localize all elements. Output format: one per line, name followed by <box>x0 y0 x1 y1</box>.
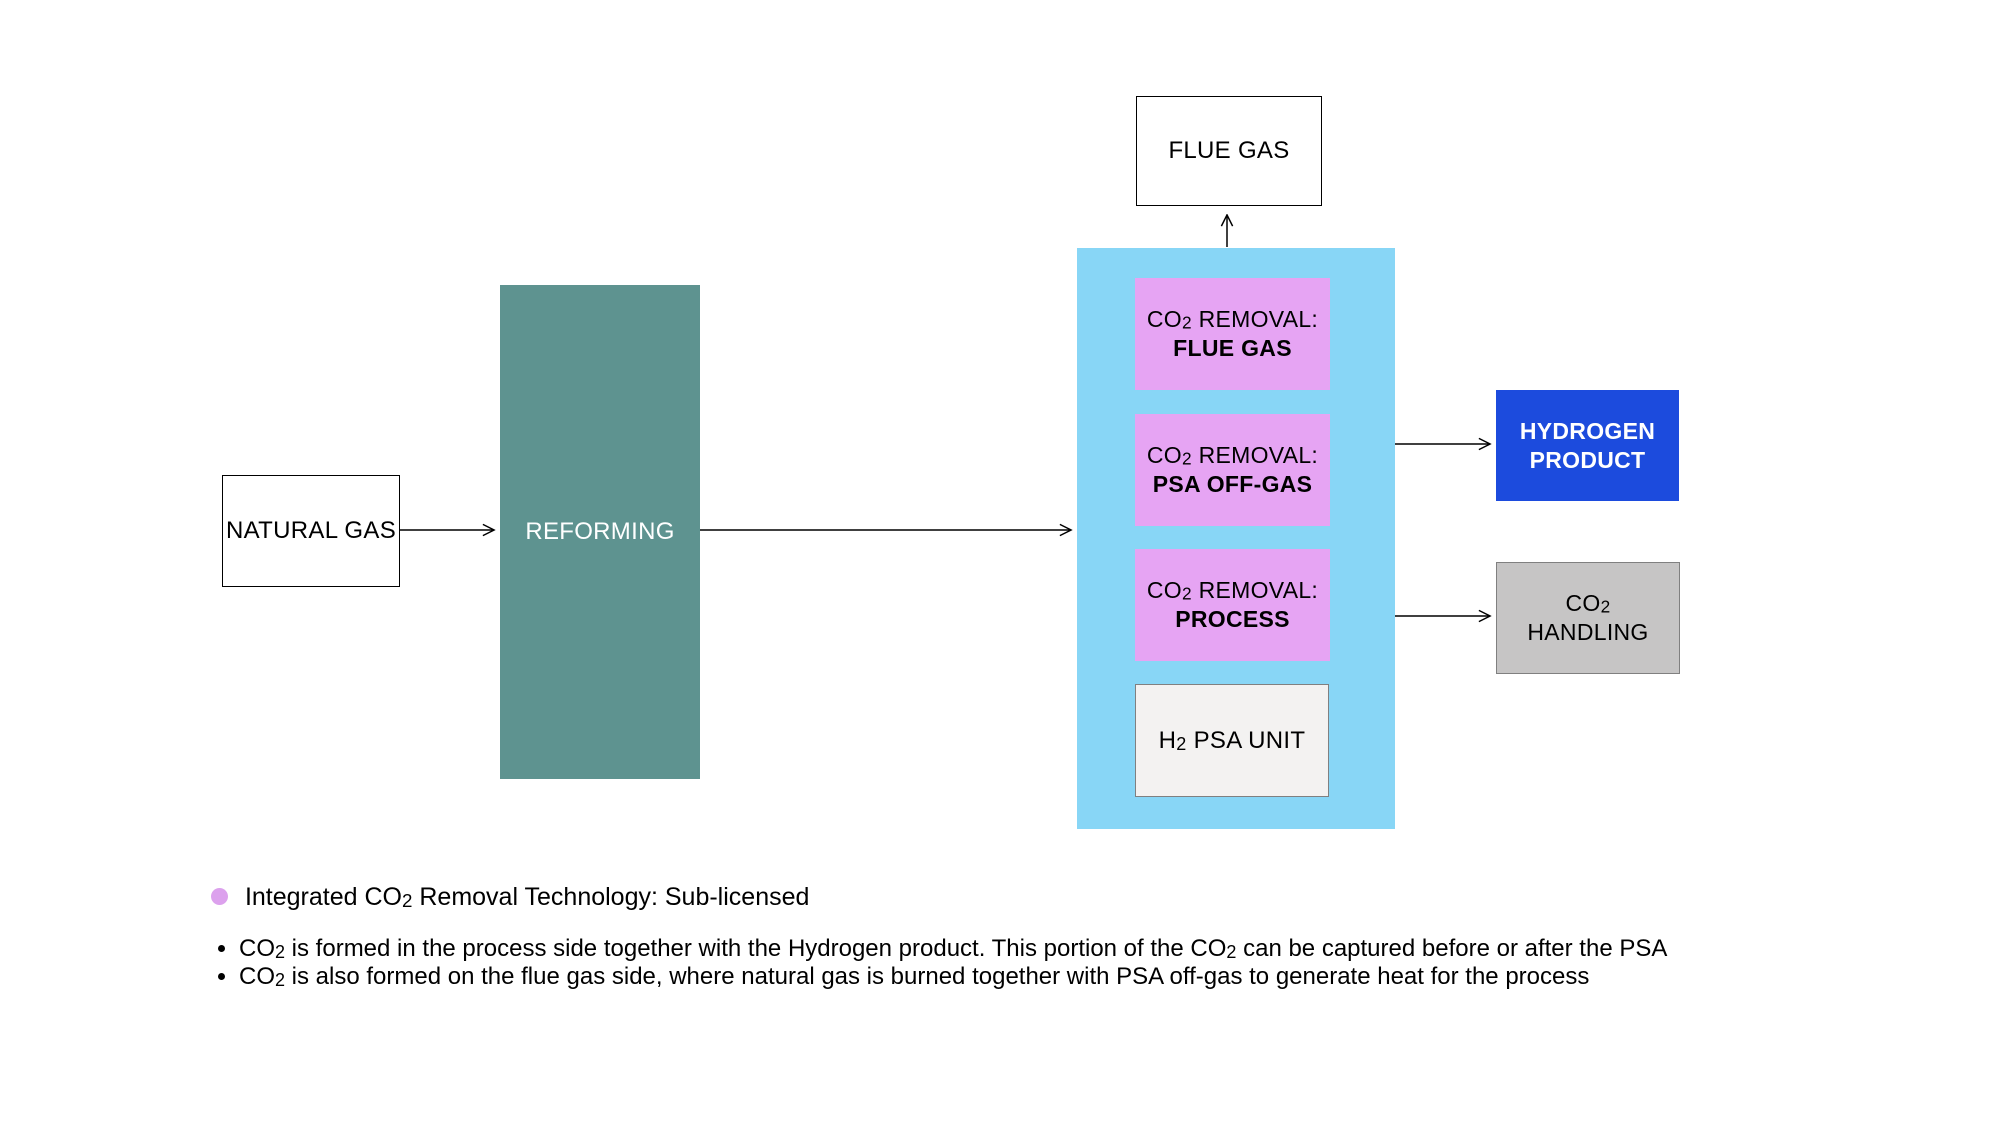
label-reforming: REFORMING <box>525 517 674 547</box>
note-1: CO2 is formed in the process side togeth… <box>239 935 1861 963</box>
box-h2-psa-unit: H2 PSA UNIT <box>1135 684 1329 797</box>
legend-text: Integrated CO2 Removal Technology: Sub-l… <box>245 883 809 911</box>
box-co2-removal-psa: CO2 REMOVAL: PSA OFF-GAS <box>1135 414 1330 526</box>
label-co2-handling-l2: HANDLING <box>1527 618 1648 647</box>
label-co2-handling-l1: CO2 <box>1565 589 1610 618</box>
box-natural-gas: NATURAL GAS <box>222 475 400 587</box>
box-reforming: REFORMING <box>500 285 700 779</box>
label-co2-removal-fluegas-l1: CO2 REMOVAL: <box>1147 305 1318 334</box>
label-co2-removal-psa-l2: PSA OFF-GAS <box>1153 470 1313 499</box>
notes: CO2 is formed in the process side togeth… <box>211 935 1861 991</box>
label-co2-removal-psa-l1: CO2 REMOVAL: <box>1147 441 1318 470</box>
label-flue-gas: FLUE GAS <box>1168 136 1289 166</box>
label-hydrogen-l2: PRODUCT <box>1530 446 1646 475</box>
box-co2-handling: CO2 HANDLING <box>1496 562 1680 674</box>
box-flue-gas: FLUE GAS <box>1136 96 1322 206</box>
box-co2-removal-process: CO2 REMOVAL: PROCESS <box>1135 549 1330 661</box>
legend: Integrated CO2 Removal Technology: Sub-l… <box>211 883 809 912</box>
label-natural-gas: NATURAL GAS <box>226 516 396 546</box>
label-co2-removal-process-l1: CO2 REMOVAL: <box>1147 576 1318 605</box>
label-co2-removal-fluegas-l2: FLUE GAS <box>1173 334 1292 363</box>
legend-dot-icon <box>211 888 228 905</box>
note-2: CO2 is also formed on the flue gas side,… <box>239 963 1861 991</box>
box-hydrogen-product: HYDROGEN PRODUCT <box>1496 390 1679 501</box>
label-co2-removal-process-l2: PROCESS <box>1175 605 1290 634</box>
diagram-canvas: NATURAL GAS REFORMING FLUE GAS CO2 REMOV… <box>0 0 2000 1125</box>
label-hydrogen-l1: HYDROGEN <box>1520 417 1655 446</box>
box-co2-removal-fluegas: CO2 REMOVAL: FLUE GAS <box>1135 278 1330 390</box>
label-h2-psa-unit: H2 PSA UNIT <box>1159 726 1306 756</box>
